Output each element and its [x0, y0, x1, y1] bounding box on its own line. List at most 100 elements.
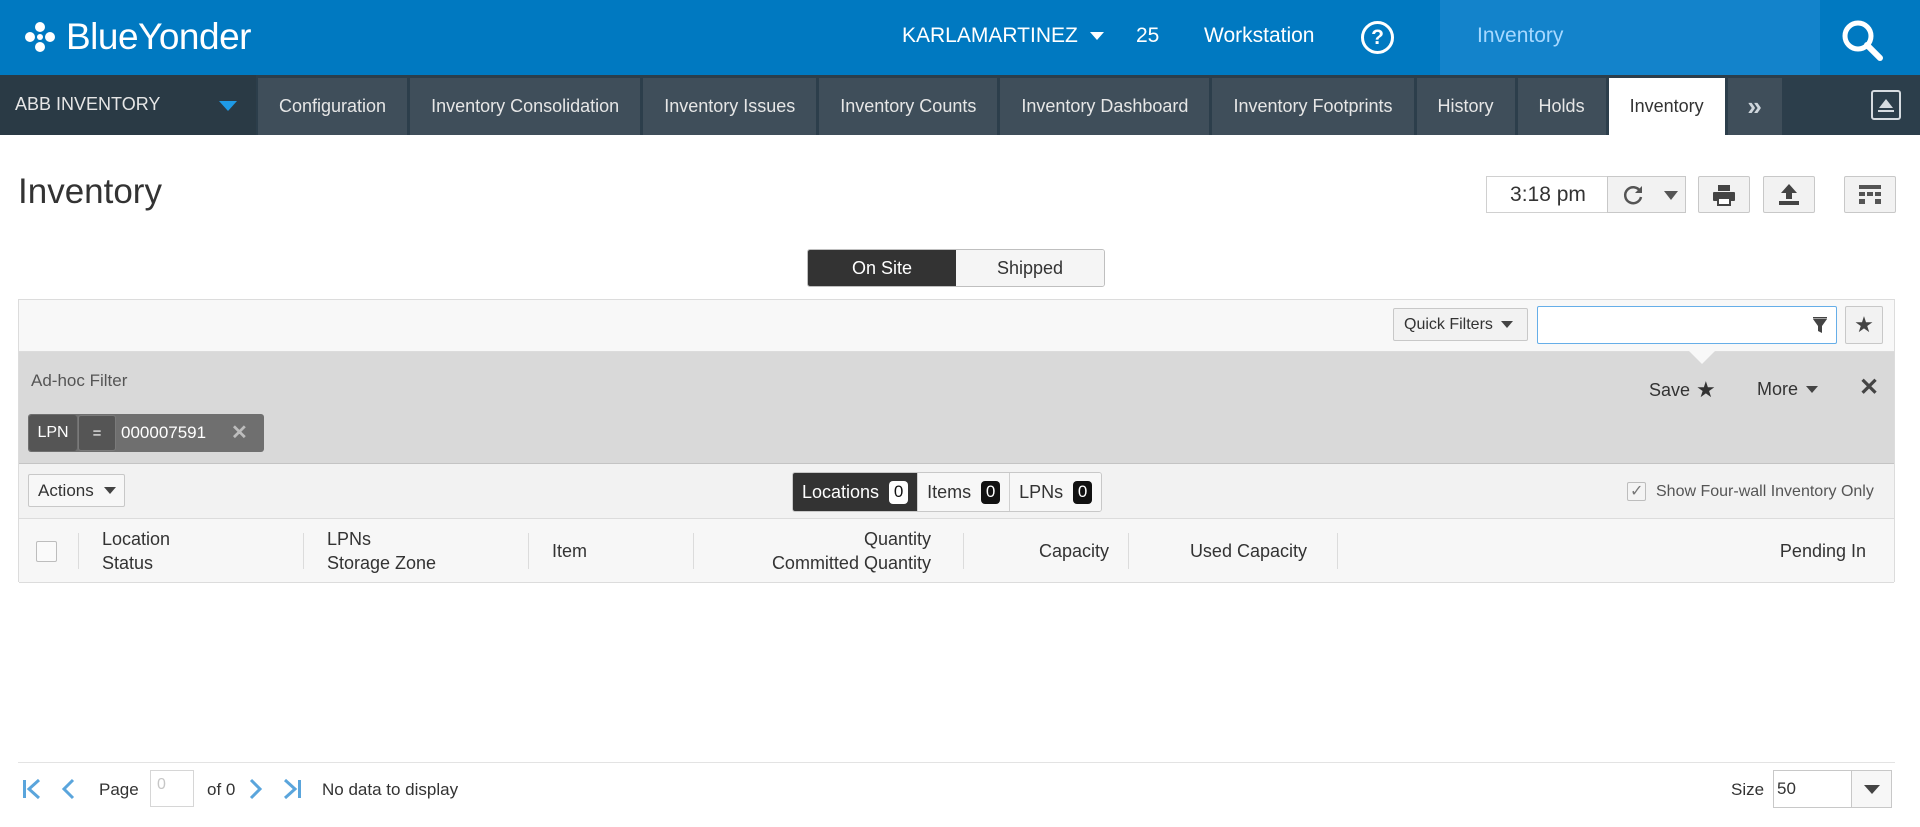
chip-value[interactable]: 000007591 [121, 423, 206, 443]
adhoc-filter-title: Ad-hoc Filter [31, 371, 128, 390]
refresh-button[interactable] [1607, 176, 1659, 213]
column-location[interactable]: Location Status [102, 519, 170, 583]
tab-label: Inventory Footprints [1233, 96, 1393, 116]
page-label: Page [99, 780, 139, 799]
tab-label: Inventory Issues [664, 96, 796, 116]
tab-configuration[interactable]: Configuration [258, 78, 408, 135]
user-menu[interactable]: KARLAMARTINEZ [902, 24, 1104, 48]
app-selector[interactable]: ABB INVENTORY [0, 75, 256, 135]
page-size-label: Size [1731, 780, 1765, 799]
notification-count[interactable]: 25 [1136, 24, 1159, 48]
tab-inventory-footprints[interactable]: Inventory Footprints [1212, 78, 1414, 135]
filter-chip[interactable]: LPN = 000007591 ✕ [28, 414, 264, 452]
four-wall-toggle[interactable]: Show Four-wall Inventory Only [1627, 481, 1874, 501]
export-button[interactable] [1763, 176, 1815, 213]
tab-holds[interactable]: Holds [1517, 78, 1606, 135]
more-tabs-button[interactable]: » [1727, 78, 1782, 135]
page-size-value: 50 [1777, 779, 1796, 798]
tab-lpns[interactable]: LPNs 0 [1009, 473, 1102, 511]
column-item[interactable]: Item [552, 519, 587, 583]
tab-history[interactable]: History [1416, 78, 1515, 135]
page-size-select[interactable]: 50 [1773, 770, 1892, 808]
last-page-icon[interactable] [281, 777, 303, 801]
column-lpns[interactable]: LPNs Storage Zone [327, 519, 436, 583]
save-filter-button[interactable]: Save ★ [1649, 377, 1716, 403]
layout-icon [1859, 184, 1881, 204]
column-capacity[interactable]: Capacity [963, 519, 1109, 583]
pager-divider [18, 762, 1895, 763]
filter-funnel-icon[interactable] [1812, 317, 1828, 335]
select-all-checkbox[interactable] [36, 541, 57, 562]
view-tabs: Locations 0 Items 0 LPNs 0 [792, 472, 1103, 512]
workstation-button[interactable]: Workstation [1204, 24, 1315, 48]
print-button[interactable] [1698, 176, 1750, 213]
adhoc-filter-panel: Ad-hoc Filter Save ★ More ✕ LPN = 000007… [19, 351, 1894, 464]
grid-header: Location Status LPNs Storage Zone Item Q… [19, 519, 1894, 583]
column-divider [303, 533, 304, 569]
chip-field[interactable]: LPN [29, 415, 77, 451]
four-wall-label: Show Four-wall Inventory Only [1656, 482, 1874, 500]
upload-icon [1779, 183, 1799, 205]
more-label: More [1757, 379, 1799, 399]
column-quantity[interactable]: Quantity Committed Quantity [693, 519, 931, 583]
actions-button[interactable]: Actions [28, 474, 125, 507]
on-site-option[interactable]: On Site [808, 250, 956, 286]
filter-input[interactable] [1537, 306, 1837, 344]
tab-inventory-counts[interactable]: Inventory Counts [819, 78, 998, 135]
count-badge: 0 [1073, 480, 1093, 504]
chevron-down-icon [1806, 386, 1819, 393]
panel-pointer [1689, 351, 1715, 364]
app-selector-label: ABB INVENTORY [15, 94, 161, 114]
refresh-icon [1623, 185, 1643, 204]
logo-flower-icon [25, 22, 55, 52]
top-bar: BlueYonder KARLAMARTINEZ 25 Workstation … [0, 0, 1920, 75]
column-subtitle: Committed Quantity [771, 553, 931, 573]
star-icon: ★ [1696, 377, 1716, 402]
help-glyph: ? [1371, 25, 1384, 49]
first-page-icon[interactable] [21, 777, 43, 801]
grid-toolbar: Actions Locations 0 Items 0 LPNs 0 Show … [19, 464, 1894, 519]
column-pending-in[interactable]: Pending In [1337, 519, 1866, 583]
favorite-filters-button[interactable]: ★ [1845, 306, 1883, 344]
next-page-icon[interactable] [248, 777, 264, 801]
quick-filters-button[interactable]: Quick Filters [1393, 308, 1528, 341]
quick-filters-label: Quick Filters [1404, 315, 1493, 333]
tab-items[interactable]: Items 0 [917, 473, 1010, 511]
print-icon [1713, 184, 1735, 206]
tab-label: History [1437, 96, 1494, 116]
previous-page-icon[interactable] [60, 777, 76, 801]
layout-settings-button[interactable] [1844, 176, 1896, 213]
tab-inventory-consolidation[interactable]: Inventory Consolidation [410, 78, 641, 135]
collapse-header-button[interactable] [1871, 90, 1901, 120]
brand-logo[interactable]: BlueYonder [22, 16, 251, 58]
help-icon[interactable]: ? [1361, 21, 1394, 54]
workstation-label: Workstation [1204, 24, 1315, 47]
page-number-input[interactable]: 0 [150, 770, 194, 807]
remove-chip-icon[interactable]: ✕ [231, 420, 248, 445]
count-badge: 0 [889, 480, 909, 504]
column-used-capacity[interactable]: Used Capacity [1128, 519, 1307, 583]
pager-status: No data to display [322, 780, 459, 799]
tab-inventory-issues[interactable]: Inventory Issues [643, 78, 817, 135]
chevron-down-icon [219, 101, 237, 111]
close-icon[interactable]: ✕ [1859, 373, 1879, 402]
search-icon[interactable] [1840, 18, 1884, 62]
active-app-panel[interactable]: Inventory [1440, 0, 1820, 75]
inventory-grid: Quick Filters ★ Ad-hoc Filter Save ★ Mor… [18, 299, 1895, 583]
refresh-options-dropdown[interactable] [1658, 176, 1686, 213]
save-label: Save [1649, 379, 1691, 400]
double-chevron-right-icon: » [1747, 91, 1762, 121]
column-divider [528, 533, 529, 569]
tab-label: Holds [1538, 96, 1585, 116]
four-wall-checkbox[interactable] [1627, 481, 1646, 501]
shipped-option[interactable]: Shipped [956, 250, 1104, 286]
tab-inventory-dashboard[interactable]: Inventory Dashboard [1000, 78, 1210, 135]
column-title: Item [552, 541, 588, 561]
app-nav-bar: ABB INVENTORY Configuration Inventory Co… [0, 75, 1920, 135]
chevron-down-icon[interactable] [1851, 771, 1891, 807]
brand-name: BlueYonder [66, 16, 251, 57]
more-options-button[interactable]: More [1757, 379, 1819, 400]
chip-operator[interactable]: = [78, 415, 116, 451]
tab-inventory[interactable]: Inventory [1608, 78, 1725, 135]
tab-locations[interactable]: Locations 0 [793, 473, 918, 511]
